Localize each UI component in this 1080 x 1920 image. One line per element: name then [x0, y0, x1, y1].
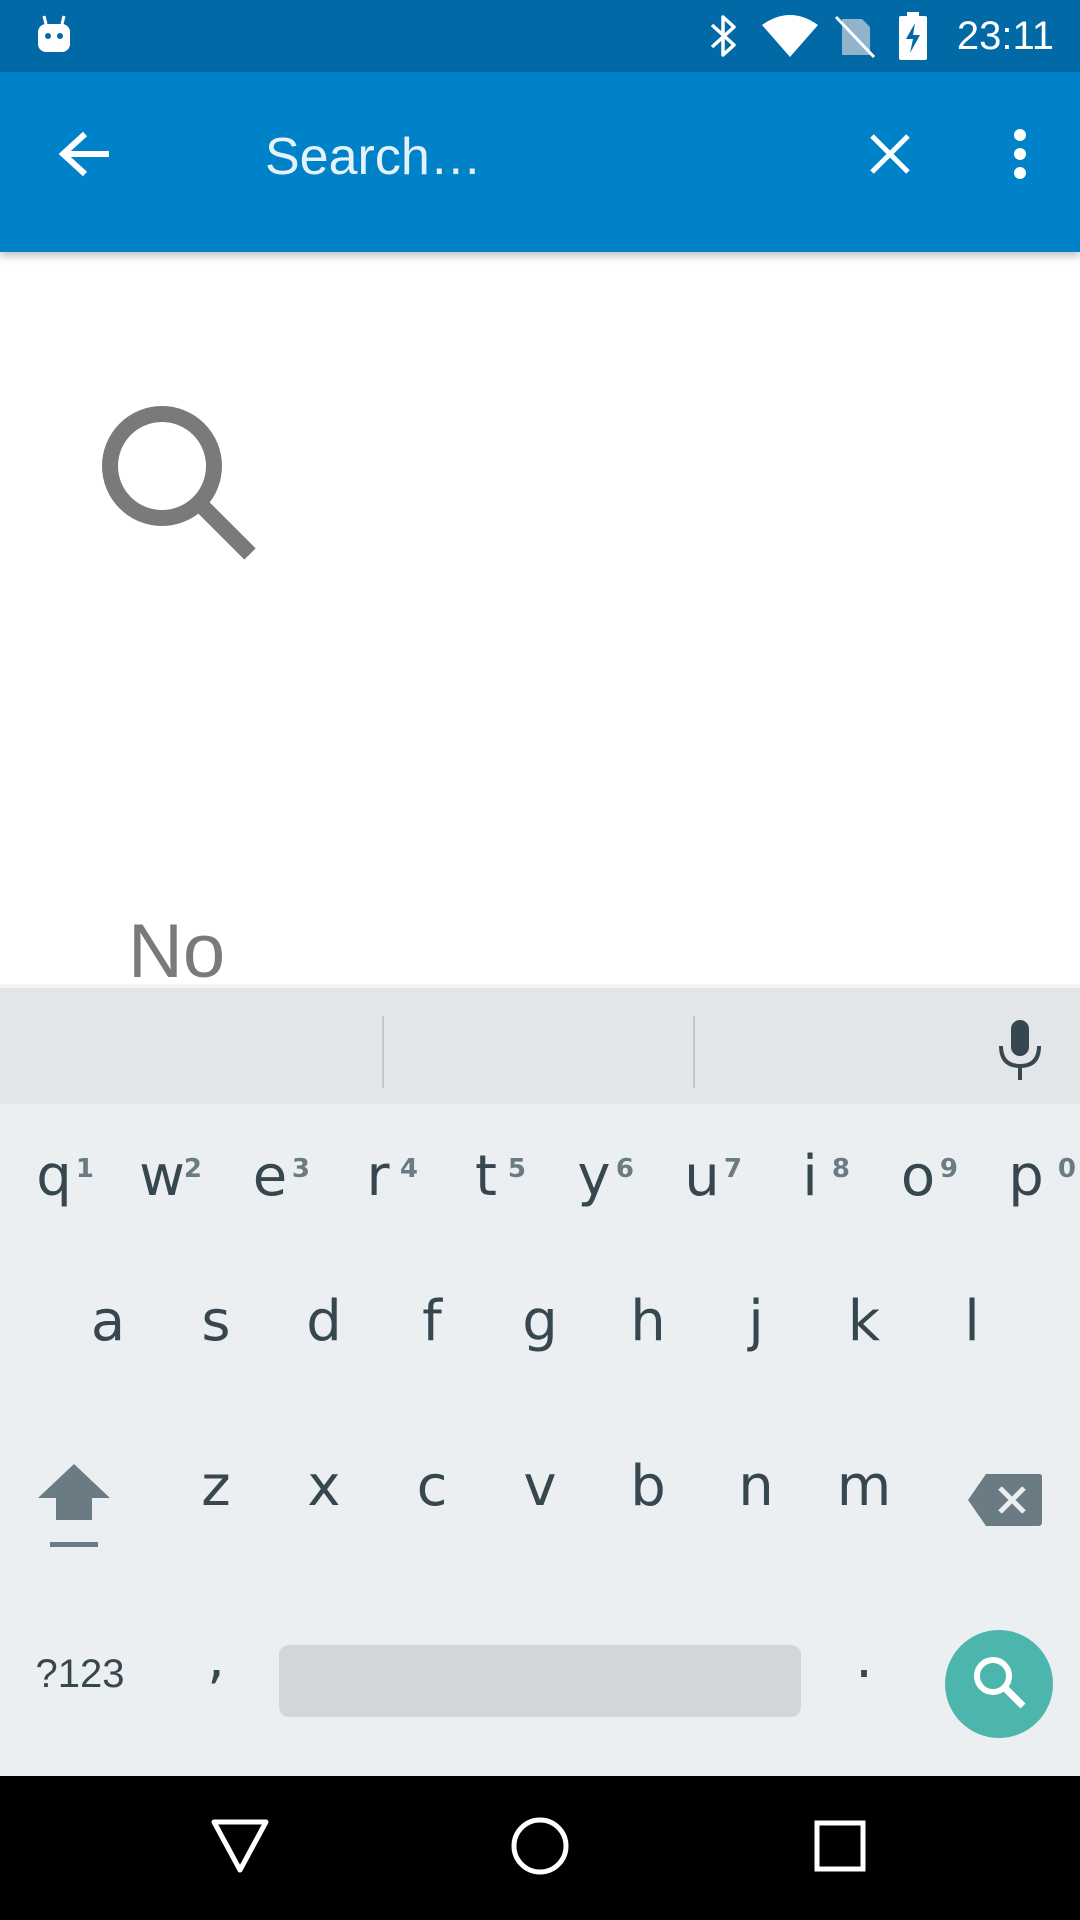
- no-sim-icon: [832, 0, 876, 72]
- key-g[interactable]: g: [486, 1289, 594, 1439]
- back-triangle-icon: [210, 1818, 270, 1879]
- voice-input-button[interactable]: [990, 1016, 1050, 1088]
- search-input[interactable]: [262, 112, 825, 202]
- status-time: 23:11: [956, 14, 1054, 58]
- key-m[interactable]: m: [810, 1454, 918, 1604]
- key-r[interactable]: r 4: [324, 1124, 432, 1274]
- key-a[interactable]: a: [54, 1289, 162, 1439]
- key-t[interactable]: t 5: [432, 1124, 540, 1274]
- search-results-area: [0, 252, 1080, 982]
- key-p[interactable]: p 0: [972, 1124, 1080, 1274]
- key-b[interactable]: b: [594, 1454, 702, 1604]
- key-o[interactable]: o 9: [864, 1124, 972, 1274]
- search-icon: [96, 400, 260, 569]
- nav-recents-button[interactable]: [770, 1776, 910, 1920]
- suggestion-divider: [693, 1016, 695, 1088]
- key-w[interactable]: w 2: [108, 1124, 216, 1274]
- microphone-icon: [997, 1018, 1043, 1087]
- bluetooth-icon: [706, 0, 742, 72]
- suggestion-strip: [0, 984, 1080, 1104]
- soft-keyboard: q 1 w 2 e 3 r 4 t 5 y 6 u 7 i 8 o 9 p 0 …: [0, 984, 1080, 1776]
- key-n[interactable]: n: [702, 1454, 810, 1604]
- overflow-menu-button[interactable]: [990, 72, 1050, 240]
- comma-key[interactable]: ,: [162, 1614, 270, 1764]
- key-d[interactable]: d: [270, 1289, 378, 1439]
- shift-key[interactable]: [20, 1454, 130, 1604]
- key-i[interactable]: i 8: [756, 1124, 864, 1274]
- shift-icon: [36, 1462, 112, 1557]
- wifi-icon: [760, 0, 820, 72]
- key-f[interactable]: f: [378, 1289, 486, 1439]
- recents-square-icon: [814, 1820, 866, 1877]
- back-button[interactable]: [40, 72, 130, 240]
- android-notification-icon: [34, 0, 74, 72]
- key-e[interactable]: e 3: [216, 1124, 324, 1274]
- key-y[interactable]: y 6: [540, 1124, 648, 1274]
- symbols-key[interactable]: ?123: [20, 1644, 140, 1704]
- key-k[interactable]: k: [810, 1289, 918, 1439]
- status-bar: 23:11: [0, 0, 1080, 72]
- search-icon: [971, 1654, 1027, 1715]
- key-l[interactable]: l: [918, 1289, 1026, 1439]
- empty-state-text: No: [128, 909, 226, 994]
- search-action-key[interactable]: [945, 1630, 1053, 1738]
- period-key[interactable]: .: [810, 1614, 918, 1764]
- overflow-menu-icon: [1012, 128, 1028, 184]
- key-x[interactable]: x: [270, 1454, 378, 1604]
- backspace-icon: [966, 1472, 1044, 1533]
- key-j[interactable]: j: [702, 1289, 810, 1439]
- key-c[interactable]: c: [378, 1454, 486, 1604]
- backspace-key[interactable]: [956, 1454, 1066, 1604]
- key-v[interactable]: v: [486, 1454, 594, 1604]
- back-arrow-icon: [58, 130, 111, 183]
- key-z[interactable]: z: [162, 1454, 270, 1604]
- close-icon: [868, 132, 912, 181]
- system-nav-bar: [0, 1776, 1080, 1920]
- key-u[interactable]: u 7: [648, 1124, 756, 1274]
- space-bar[interactable]: [279, 1645, 801, 1717]
- nav-back-button[interactable]: [170, 1776, 310, 1920]
- home-circle-icon: [510, 1816, 570, 1881]
- clear-search-button[interactable]: [845, 72, 935, 240]
- key-h[interactable]: h: [594, 1289, 702, 1439]
- suggestion-divider: [382, 1016, 384, 1088]
- nav-home-button[interactable]: [470, 1776, 610, 1920]
- key-q[interactable]: q 1: [0, 1124, 108, 1274]
- battery-charging-icon: [898, 0, 928, 72]
- search-app-bar: [0, 72, 1080, 252]
- key-s[interactable]: s: [162, 1289, 270, 1439]
